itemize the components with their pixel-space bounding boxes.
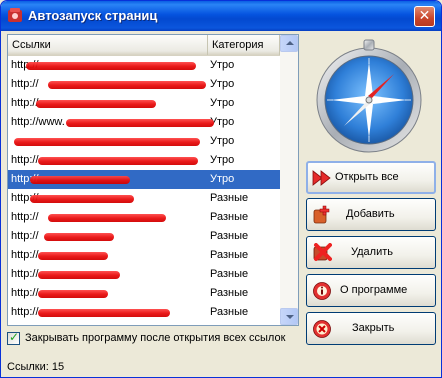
column-header-category[interactable]: Категория <box>208 35 280 55</box>
list-item[interactable]: http://Утро <box>8 151 280 170</box>
list-item[interactable]: http://Разные <box>8 208 280 227</box>
close-after-open-label: Закрывать программу после открытия всех … <box>25 332 286 344</box>
list-item[interactable]: http://Разные <box>8 322 280 325</box>
delete-label: Удалить <box>351 246 393 258</box>
list-rows: http://Утро http://Утро http://Утро http://… <box>8 56 280 325</box>
app-icon <box>8 8 22 22</box>
redaction-mark <box>38 157 198 165</box>
info-icon <box>313 282 331 300</box>
list-item[interactable]: http://Разные <box>8 227 280 246</box>
redaction-mark <box>30 195 134 203</box>
list-item[interactable]: http://Разные <box>8 189 280 208</box>
window-title: Автозапуск страниц <box>28 8 158 23</box>
list-item[interactable]: http://www. Утро <box>8 113 280 132</box>
vertical-scrollbar[interactable] <box>280 35 298 325</box>
link-category: Разные <box>210 287 249 299</box>
scroll-down-button[interactable] <box>280 308 298 325</box>
link-category: Утро <box>210 78 235 90</box>
list-item[interactable]: http://Утро <box>8 56 280 75</box>
link-category: Разные <box>210 192 249 204</box>
link-category: Утро <box>210 154 235 166</box>
add-label: Добавить <box>346 208 395 220</box>
list-item[interactable]: Утро <box>8 132 280 151</box>
close-button[interactable]: Закрыть <box>306 312 436 345</box>
about-label: О программе <box>340 284 408 296</box>
link-category: Утро <box>210 116 235 128</box>
link-category: Разные <box>210 211 249 223</box>
redaction-mark <box>14 138 200 146</box>
close-after-open-checkbox[interactable]: ✓ <box>7 330 20 345</box>
open-all-button[interactable]: Открыть все <box>306 161 436 194</box>
links-list[interactable]: Ссылки Категория http://Утро http://Утро h… <box>7 34 299 326</box>
check-icon: ✓ <box>9 330 20 344</box>
about-button[interactable]: О программе <box>306 274 436 307</box>
link-category: Утро <box>210 97 235 109</box>
add-icon <box>313 205 330 224</box>
redaction-mark <box>44 233 114 241</box>
status-link-count: Ссылки: 15 <box>7 361 65 373</box>
list-item[interactable]: http://Разные <box>8 246 280 265</box>
scroll-track[interactable] <box>280 52 298 308</box>
app-window: Автозапуск страниц ✕ Ссылки Категория ht… <box>0 0 442 378</box>
link-category: Разные <box>210 249 249 261</box>
link-category: Разные <box>210 306 249 318</box>
link-url: http:// <box>8 322 208 325</box>
scroll-up-button[interactable] <box>280 35 298 52</box>
redaction-mark <box>38 252 108 260</box>
link-category: Разные <box>210 230 249 242</box>
add-button[interactable]: Добавить <box>306 198 436 231</box>
list-item[interactable]: http://Разные <box>8 265 280 284</box>
redaction-mark <box>36 100 156 108</box>
link-category: Утро <box>210 135 235 147</box>
redaction-mark <box>66 119 214 127</box>
list-item[interactable]: http://Утро <box>8 170 280 189</box>
fast-forward-icon <box>312 170 331 186</box>
compass-icon <box>316 39 422 153</box>
open-all-label: Открыть все <box>335 171 399 183</box>
list-item[interactable]: http://Разные <box>8 303 280 322</box>
close-icon <box>313 320 331 338</box>
redaction-mark <box>26 62 196 70</box>
list-item[interactable]: http://Утро <box>8 75 280 94</box>
close-label: Закрыть <box>352 322 395 334</box>
link-category: Разные <box>210 268 249 280</box>
link-category: Утро <box>210 59 235 71</box>
redaction-mark <box>48 81 206 89</box>
redaction-mark <box>30 176 130 184</box>
link-category: Разные <box>208 322 280 325</box>
list-item[interactable]: http://Утро <box>8 94 280 113</box>
redaction-mark <box>48 214 166 222</box>
title-bar[interactable]: Автозапуск страниц ✕ <box>1 1 441 31</box>
link-category: Утро <box>210 173 235 185</box>
close-icon: ✕ <box>418 8 431 24</box>
redaction-mark <box>38 309 170 317</box>
column-header-links[interactable]: Ссылки <box>8 35 208 55</box>
redaction-mark <box>38 271 120 279</box>
window-close-button[interactable]: ✕ <box>414 6 435 27</box>
delete-icon <box>313 243 332 261</box>
list-header: Ссылки Категория <box>8 35 280 56</box>
redaction-mark <box>38 290 108 298</box>
list-item[interactable]: http://Разные <box>8 284 280 303</box>
delete-button[interactable]: Удалить <box>306 236 436 269</box>
